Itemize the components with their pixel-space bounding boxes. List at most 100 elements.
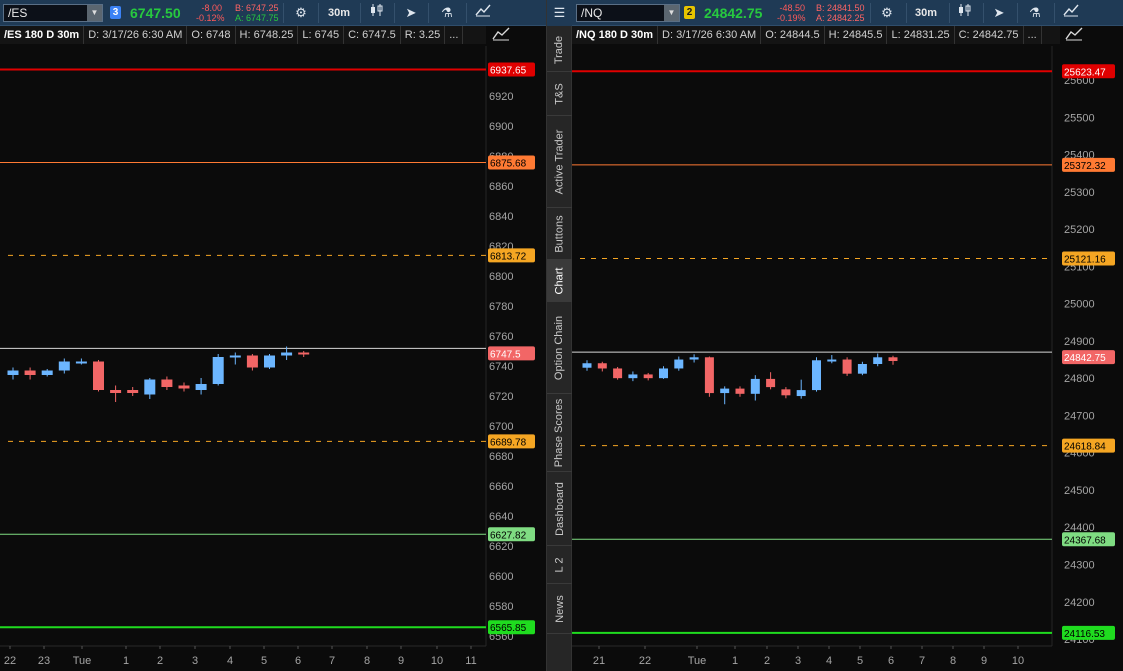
level-price-label: 24116.53 bbox=[1064, 629, 1105, 640]
candle-body bbox=[41, 370, 53, 375]
x-tick-label: 21 bbox=[593, 655, 605, 667]
candle-body bbox=[643, 374, 653, 379]
y-tick-label: 6700 bbox=[489, 421, 513, 433]
candle-body bbox=[873, 357, 883, 364]
x-tick-label: 1 bbox=[123, 655, 129, 667]
x-tick-label: 4 bbox=[227, 655, 233, 667]
y-tick-label: 6780 bbox=[489, 301, 513, 313]
candle-body bbox=[195, 384, 207, 390]
side-tab-label: L 2 bbox=[553, 557, 566, 572]
y-tick-label: 6740 bbox=[489, 361, 513, 373]
candle-body bbox=[161, 379, 173, 387]
y-tick-label: 6640 bbox=[489, 511, 513, 523]
x-tick-label: 10 bbox=[431, 655, 443, 667]
x-tick-label: 8 bbox=[950, 655, 956, 667]
level-price-label: 6813.72 bbox=[490, 251, 527, 262]
side-tab-label: Phase Scores bbox=[553, 398, 566, 467]
candle-body bbox=[689, 357, 699, 360]
candle-body bbox=[144, 379, 156, 395]
candle-body bbox=[212, 357, 224, 384]
x-tick-label: 22 bbox=[4, 655, 16, 667]
x-tick-label: 4 bbox=[826, 655, 832, 667]
side-tab-t-s[interactable]: T&S bbox=[547, 72, 572, 116]
y-tick-label: 6720 bbox=[489, 391, 513, 403]
candle-body bbox=[597, 363, 607, 369]
candle-body bbox=[75, 361, 87, 364]
y-tick-label: 24800 bbox=[1064, 373, 1095, 385]
x-tick-label: 22 bbox=[639, 655, 651, 667]
y-tick-label: 6620 bbox=[489, 541, 513, 553]
y-tick-label: 6840 bbox=[489, 211, 513, 223]
side-tab-news[interactable]: News bbox=[547, 584, 572, 634]
y-tick-label: 25300 bbox=[1064, 187, 1095, 199]
side-tab-label: Option Chain bbox=[553, 315, 566, 380]
x-tick-label: 6 bbox=[295, 655, 301, 667]
x-tick-label: 1 bbox=[732, 655, 738, 667]
x-tick-label: 10 bbox=[1012, 655, 1024, 667]
candle-body bbox=[58, 361, 70, 371]
side-tab-chart[interactable]: Chart bbox=[547, 260, 572, 302]
level-price-label: 25623.47 bbox=[1064, 67, 1106, 78]
y-tick-label: 24300 bbox=[1064, 560, 1095, 572]
x-tick-label: Tue bbox=[688, 655, 707, 667]
candle-body bbox=[298, 352, 310, 355]
menu-lines-icon[interactable]: ☰ bbox=[547, 0, 572, 26]
x-tick-label: 11 bbox=[465, 655, 476, 667]
candle-body bbox=[827, 359, 837, 362]
candle-body bbox=[659, 368, 668, 379]
level-price-label: 24618.84 bbox=[1064, 442, 1106, 453]
nq-price-chart[interactable]: 2560025500254002530025200251002500024900… bbox=[572, 0, 1123, 671]
side-tab-label: T&S bbox=[553, 82, 566, 105]
x-tick-label: 2 bbox=[157, 655, 163, 667]
y-tick-label: 6600 bbox=[489, 571, 513, 583]
nq-chart-panel: /NQ ▼ 2 24842.75 -48.50 -0.19% B: 24841.… bbox=[572, 0, 1123, 671]
x-tick-label: 9 bbox=[398, 655, 404, 667]
candle-body bbox=[766, 378, 776, 388]
y-tick-label: 6900 bbox=[489, 121, 513, 133]
candle-body bbox=[842, 359, 852, 374]
level-price-label: 6937.65 bbox=[490, 66, 527, 77]
candle-body bbox=[674, 359, 684, 369]
x-tick-label: 3 bbox=[192, 655, 198, 667]
y-tick-label: 6800 bbox=[489, 271, 513, 283]
x-tick-label: 5 bbox=[857, 655, 863, 667]
side-tab-label: Buttons bbox=[553, 214, 566, 253]
candle-body bbox=[750, 378, 760, 394]
y-tick-label: 6660 bbox=[489, 481, 513, 493]
side-tab-buttons[interactable]: Buttons bbox=[547, 208, 572, 260]
side-tab-l-2[interactable]: L 2 bbox=[547, 546, 572, 584]
side-tab-dashboard[interactable]: Dashboard bbox=[547, 472, 572, 546]
candle-body bbox=[264, 355, 275, 368]
candle-body bbox=[720, 388, 730, 394]
x-tick-label: Tue bbox=[73, 655, 92, 667]
candle-body bbox=[178, 385, 190, 389]
es-price-chart[interactable]: 6920690068806860684068206800678067606740… bbox=[0, 0, 546, 671]
side-tab-active-trader[interactable]: Active Trader bbox=[547, 116, 572, 208]
candle-body bbox=[24, 370, 36, 375]
level-price-label: 6565.85 bbox=[490, 623, 527, 634]
x-tick-label: 5 bbox=[261, 655, 267, 667]
candle-body bbox=[127, 390, 139, 393]
candle-body bbox=[888, 357, 898, 362]
x-tick-label: 9 bbox=[981, 655, 987, 667]
candle-body bbox=[582, 363, 592, 368]
side-tab-option-chain[interactable]: Option Chain bbox=[547, 302, 572, 394]
side-tab-trade[interactable]: Trade bbox=[547, 28, 572, 72]
y-tick-label: 6860 bbox=[489, 181, 513, 193]
candle-body bbox=[229, 355, 241, 358]
y-tick-label: 6680 bbox=[489, 451, 513, 463]
side-tab-label: Trade bbox=[553, 35, 566, 64]
side-tab-phase-scores[interactable]: Phase Scores bbox=[547, 394, 572, 472]
y-tick-label: 6580 bbox=[489, 601, 513, 613]
x-tick-label: 3 bbox=[795, 655, 801, 667]
x-tick-label: 7 bbox=[329, 655, 335, 667]
candle-body bbox=[628, 374, 638, 379]
level-price-label: 25121.16 bbox=[1064, 254, 1106, 265]
y-tick-label: 24200 bbox=[1064, 597, 1095, 609]
candle-body bbox=[781, 389, 791, 396]
side-tab-label: Dashboard bbox=[553, 481, 566, 536]
es-chart-panel: /ES ▼ 3 6747.50 -8.00 -0.12% B: 6747.25 … bbox=[0, 0, 546, 671]
candle-body bbox=[796, 390, 806, 397]
y-tick-label: 25200 bbox=[1064, 224, 1095, 236]
side-tab-label: Chart bbox=[553, 267, 566, 294]
